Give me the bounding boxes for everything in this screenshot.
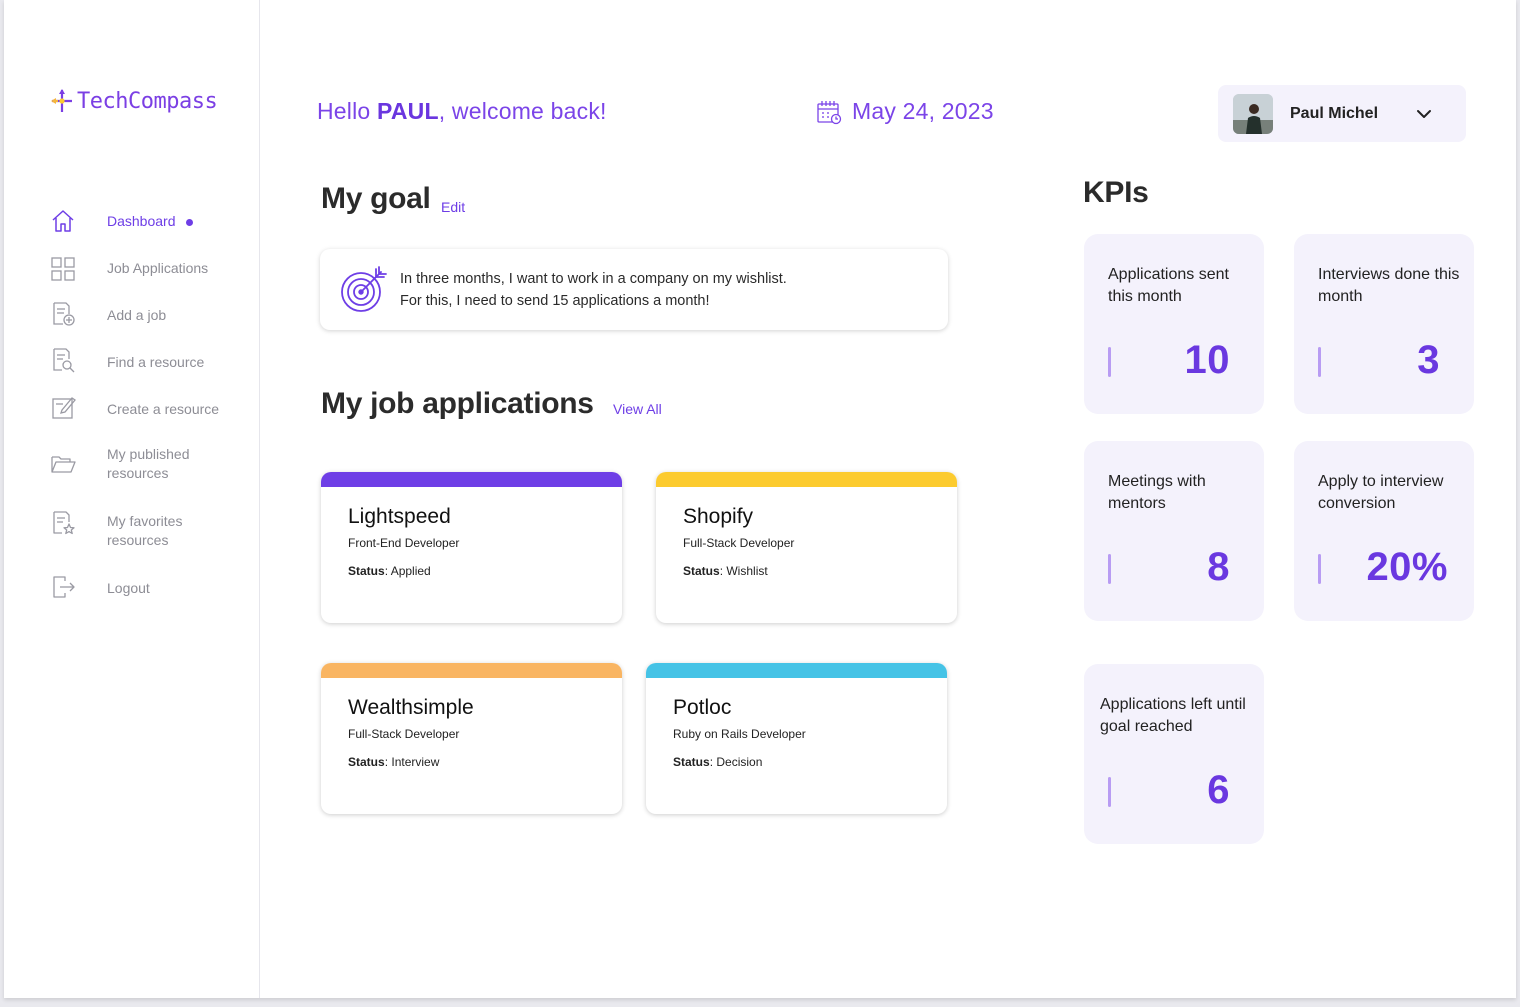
kpi-value: 10 [1184, 338, 1230, 382]
greeting-prefix: Hello [317, 98, 378, 124]
sidebar-item-create-resource[interactable]: Create a resource [50, 395, 219, 421]
user-name: Paul Michel [1290, 104, 1379, 122]
edit-goal-link[interactable]: Edit [441, 199, 465, 215]
greeting-suffix: , welcome back! [438, 98, 607, 124]
grid-icon [50, 256, 76, 282]
target-icon [341, 266, 387, 312]
kpi-accent-bar [1108, 777, 1111, 807]
compass-logo-icon [51, 89, 72, 112]
status-label: Status [348, 564, 385, 578]
job-color-bar [646, 663, 947, 678]
sidebar-item-label: Create a resource [107, 401, 220, 417]
job-role: Full-Stack Developer [683, 536, 795, 550]
status-label: Status [348, 755, 385, 769]
job-role: Ruby on Rails Developer [673, 727, 806, 741]
kpi-accent-bar [1318, 554, 1321, 584]
kpi-mentor-meetings: Meetings with mentors 8 [1084, 441, 1264, 621]
kpi-label: Applications left until goal reached [1100, 696, 1246, 735]
kpi-applications-sent: Applications sent this month 10 [1084, 234, 1264, 414]
calendar-icon [817, 100, 842, 124]
sidebar-item-label: Add a job [107, 307, 167, 323]
brand-name: TechCompass [77, 88, 218, 114]
sidebar-item-favorite-resources[interactable]: My favorites resources [50, 510, 182, 548]
sidebar-item-label: My published resources [107, 446, 190, 481]
goal-line-1: In three months, I want to work in a com… [400, 271, 787, 287]
home-icon [50, 208, 76, 234]
kpi-conversion: Apply to interview conversion 20% [1294, 441, 1474, 621]
sidebar-item-label: My favorites resources [107, 513, 183, 548]
goal-description: In three months, I want to work in a com… [400, 268, 787, 312]
job-card-potloc[interactable]: Potloc Ruby on Rails Developer Status: D… [646, 663, 947, 814]
kpi-accent-bar [1108, 347, 1111, 377]
user-menu[interactable]: Paul Michel [1218, 85, 1466, 142]
job-role: Full-Stack Developer [348, 727, 460, 741]
sidebar: TechCompass Dashboard Job Applications A… [4, 0, 260, 998]
kpi-value: 20% [1366, 545, 1448, 589]
sidebar-item-logout[interactable]: Logout [50, 574, 150, 600]
search-document-icon [50, 347, 76, 373]
job-card-wealthsimple[interactable]: Wealthsimple Full-Stack Developer Status… [321, 663, 622, 814]
goal-title: My goal [321, 182, 431, 215]
status-value: Wishlist [726, 564, 768, 578]
sidebar-item-label: Find a resource [107, 354, 205, 370]
job-card-shopify[interactable]: Shopify Full-Stack Developer Status: Wis… [656, 472, 957, 623]
status-value: Decision [716, 755, 763, 769]
folder-icon [50, 451, 76, 477]
kpi-value: 3 [1417, 338, 1440, 382]
sidebar-item-job-applications[interactable]: Job Applications [50, 256, 208, 282]
active-indicator [185, 218, 193, 226]
status-label: Status [673, 755, 710, 769]
kpi-applications-left: Applications left until goal reached 6 [1084, 664, 1264, 844]
job-role: Front-End Developer [348, 536, 460, 550]
app-window: TechCompass Dashboard Job Applications A… [4, 0, 1516, 998]
job-status: Status: Wishlist [683, 564, 768, 578]
goal-line-2: For this, I need to send 15 applications… [400, 293, 710, 309]
job-color-bar [656, 472, 957, 487]
kpi-label: Apply to interview conversion [1318, 473, 1444, 512]
kpi-value: 8 [1207, 545, 1230, 589]
star-document-icon [50, 510, 76, 536]
job-status: Status: Decision [673, 755, 763, 769]
goal-card: In three months, I want to work in a com… [320, 249, 948, 330]
avatar [1233, 93, 1273, 134]
chevron-down-icon[interactable] [1416, 106, 1432, 122]
job-status: Status: Applied [348, 564, 431, 578]
job-company: Potloc [673, 696, 732, 719]
logout-icon [50, 574, 76, 600]
kpi-accent-bar [1318, 347, 1321, 377]
kpi-accent-bar [1108, 554, 1111, 584]
kpi-label: Interviews done this month [1318, 266, 1460, 305]
kpis-title: KPIs [1083, 176, 1149, 209]
job-color-bar [321, 663, 622, 678]
status-value: Applied [390, 564, 431, 578]
sidebar-item-label: Dashboard [107, 213, 176, 229]
job-applications-title: My job applications [321, 387, 594, 420]
add-document-icon [50, 301, 76, 327]
kpi-interviews-done: Interviews done this month 3 [1294, 234, 1474, 414]
job-company: Shopify [683, 505, 754, 528]
status-label: Status [683, 564, 720, 578]
kpi-value: 6 [1207, 768, 1230, 812]
date-text: May 24, 2023 [852, 98, 994, 124]
view-all-link[interactable]: View All [613, 401, 662, 417]
sidebar-item-find-resource[interactable]: Find a resource [50, 347, 204, 373]
edit-icon [50, 395, 76, 421]
kpi-label: Applications sent this month [1108, 266, 1229, 305]
greeting-user-name: PAUL [377, 98, 439, 124]
logo[interactable]: TechCompass [49, 88, 218, 114]
kpi-label: Meetings with mentors [1108, 473, 1206, 512]
sidebar-item-label: Job Applications [107, 260, 209, 276]
welcome-greeting: Hello PAUL, welcome back! [317, 98, 607, 125]
current-date: May 24, 2023 [816, 98, 994, 125]
job-color-bar [321, 472, 622, 487]
sidebar-item-dashboard[interactable]: Dashboard [50, 208, 193, 234]
sidebar-item-label: Logout [107, 580, 150, 596]
job-company: Lightspeed [348, 505, 451, 528]
job-status: Status: Interview [348, 755, 440, 769]
sidebar-item-add-job[interactable]: Add a job [50, 301, 166, 327]
job-card-lightspeed[interactable]: Lightspeed Front-End Developer Status: A… [321, 472, 622, 623]
status-value: Interview [391, 755, 440, 769]
job-company: Wealthsimple [348, 696, 474, 719]
sidebar-item-published-resources[interactable]: My published resources [50, 446, 190, 481]
